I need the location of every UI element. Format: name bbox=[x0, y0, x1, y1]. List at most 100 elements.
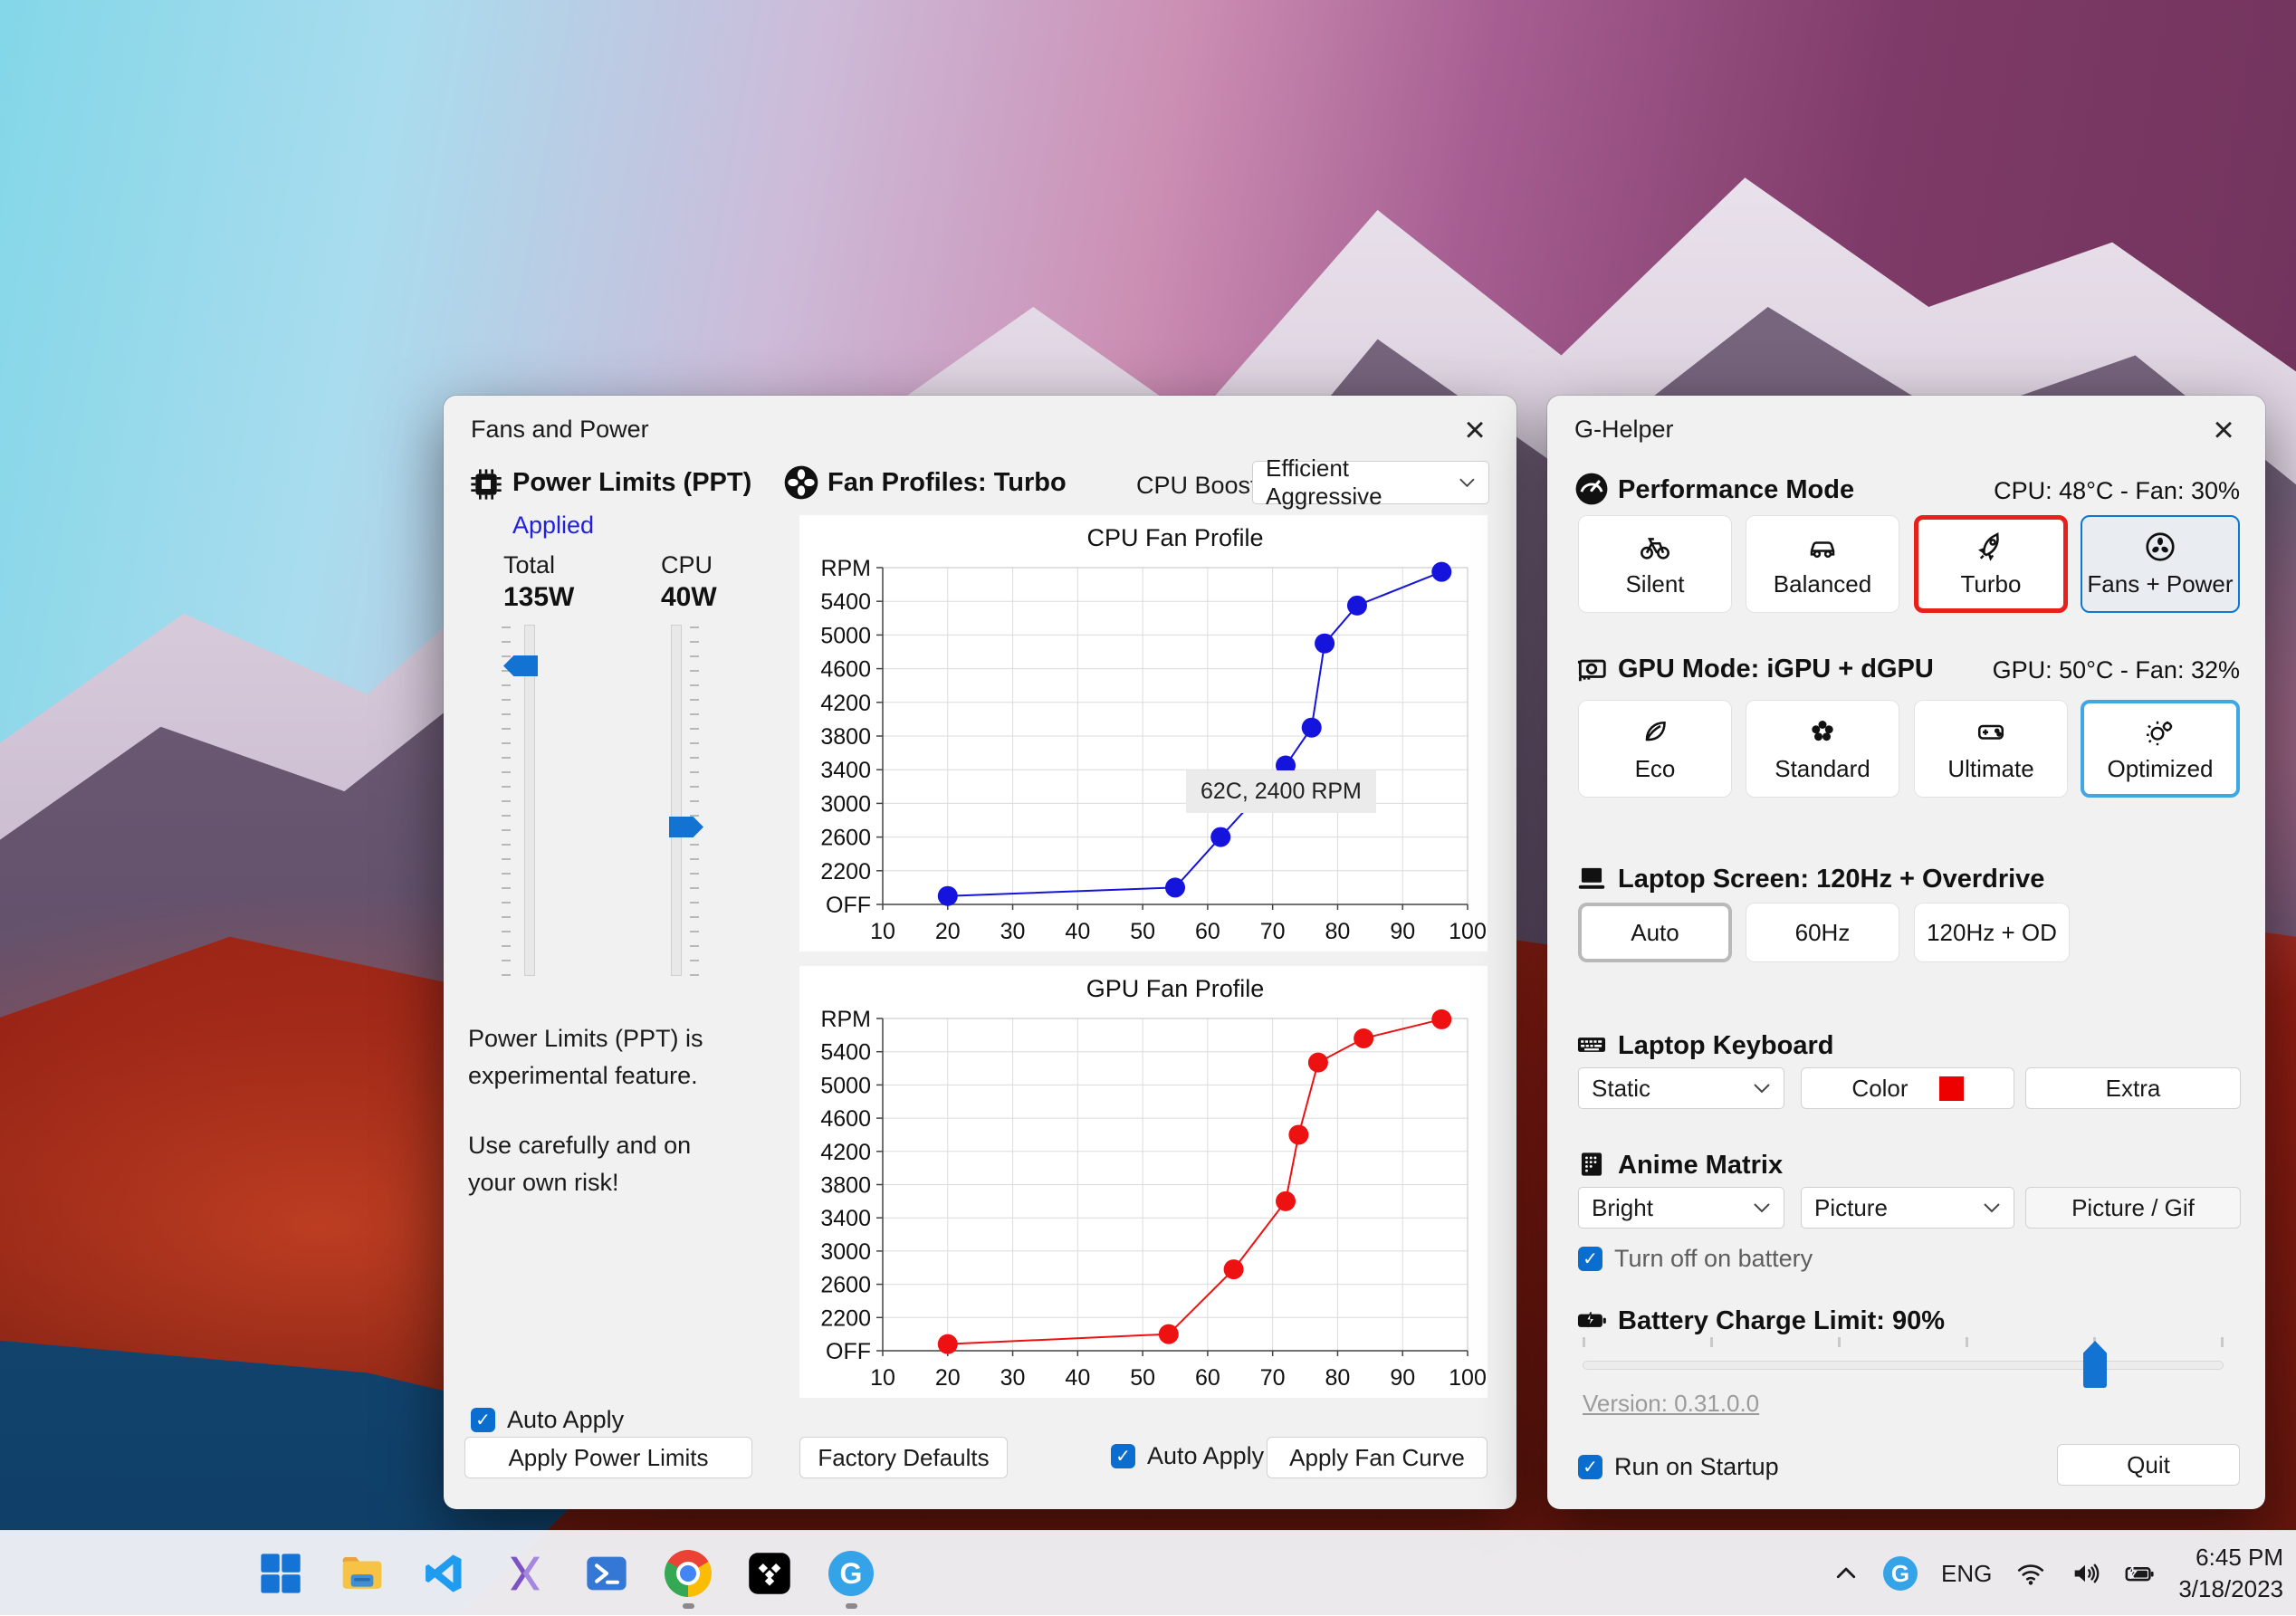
close-icon[interactable]: × bbox=[1453, 408, 1497, 452]
screen-120hz-od-button[interactable]: 120Hz + OD bbox=[1914, 903, 2070, 962]
slider-tick bbox=[2221, 1337, 2224, 1347]
matrix-brightness-select[interactable]: Bright bbox=[1578, 1187, 1784, 1229]
apply-fan-curve-button[interactable]: Apply Fan Curve bbox=[1267, 1437, 1488, 1478]
volume-icon[interactable] bbox=[2070, 1558, 2100, 1589]
svg-text:2200: 2200 bbox=[820, 859, 871, 884]
battery-slider-thumb[interactable] bbox=[2083, 1341, 2107, 1388]
matrix-brightness-value: Bright bbox=[1592, 1194, 1653, 1222]
powershell-button[interactable] bbox=[581, 1544, 632, 1602]
keyboard-mode-select[interactable]: Static bbox=[1578, 1067, 1784, 1109]
keyboard-color-button[interactable]: Color bbox=[1801, 1067, 2014, 1109]
svg-text:3800: 3800 bbox=[820, 1173, 871, 1199]
svg-text:3000: 3000 bbox=[820, 1239, 871, 1265]
screen-auto-button[interactable]: Auto bbox=[1578, 903, 1732, 962]
cpu-value: 40W bbox=[661, 582, 717, 613]
factory-defaults-button[interactable]: Factory Defaults bbox=[799, 1437, 1008, 1478]
language-indicator[interactable]: ENG bbox=[1941, 1560, 1992, 1588]
file-explorer-icon bbox=[338, 1549, 387, 1598]
matrix-mode-select[interactable]: Picture bbox=[1801, 1187, 2014, 1229]
performance-balanced-button[interactable]: Balanced bbox=[1746, 515, 1899, 613]
svg-text:90: 90 bbox=[1390, 919, 1415, 944]
svg-text:40: 40 bbox=[1065, 1365, 1090, 1391]
total-value: 135W bbox=[503, 582, 574, 613]
version-link[interactable]: Version: 0.31.0.0 bbox=[1583, 1390, 1759, 1418]
svg-text:70: 70 bbox=[1260, 919, 1286, 944]
file-explorer-button[interactable] bbox=[337, 1544, 387, 1602]
auto-apply-fan-checkbox[interactable]: ✓ Auto Apply bbox=[1111, 1442, 1264, 1470]
rocket-icon bbox=[1975, 531, 2007, 563]
ghelper-window: G-Helper × Performance Mode CPU: 48°C - … bbox=[1547, 396, 2265, 1509]
total-power-slider[interactable] bbox=[524, 625, 535, 976]
performance-turbo-button[interactable]: Turbo bbox=[1914, 515, 2068, 613]
vscode-button[interactable] bbox=[418, 1544, 469, 1602]
svg-text:70: 70 bbox=[1260, 1365, 1286, 1391]
auto-apply-power-label: Auto Apply bbox=[507, 1406, 624, 1434]
total-label: Total bbox=[503, 551, 555, 579]
battery-slider-track[interactable] bbox=[1583, 1361, 2224, 1370]
checkbox-check-icon: ✓ bbox=[1578, 1247, 1602, 1271]
svg-text:4200: 4200 bbox=[820, 1140, 871, 1165]
performance-silent-button[interactable]: Silent bbox=[1578, 515, 1732, 613]
taskbar-clock[interactable]: 6:45 PM 3/18/2023 bbox=[2178, 1542, 2283, 1605]
apply-power-limits-button[interactable]: Apply Power Limits bbox=[464, 1437, 752, 1478]
chevron-down-icon bbox=[1753, 1083, 1771, 1094]
gpu-ultimate-button[interactable]: Ultimate bbox=[1914, 700, 2068, 798]
keyboard-extra-button[interactable]: Extra bbox=[2025, 1067, 2241, 1109]
tray-chevron-up-icon[interactable] bbox=[1832, 1560, 1860, 1587]
run-on-startup-checkbox[interactable]: ✓ Run on Startup bbox=[1578, 1453, 1779, 1481]
quit-button[interactable]: Quit bbox=[2057, 1444, 2240, 1486]
ghelper-taskbar-button[interactable]: G bbox=[826, 1544, 876, 1602]
gpu-standard-button[interactable]: Standard bbox=[1746, 700, 1899, 798]
ghelper-tray-icon[interactable]: G bbox=[1883, 1556, 1918, 1591]
battery-charging-icon[interactable] bbox=[2124, 1558, 2155, 1589]
windows-start-icon bbox=[257, 1550, 304, 1597]
car-icon bbox=[1806, 531, 1839, 563]
keyboard-icon bbox=[1574, 1028, 1609, 1062]
chevron-down-icon bbox=[1753, 1202, 1771, 1213]
tidal-button[interactable] bbox=[744, 1544, 795, 1602]
matrix-picture-gif-button[interactable]: Picture / Gif bbox=[2025, 1187, 2241, 1229]
power-limits-note-2: Use carefully and on your own risk! bbox=[468, 1127, 740, 1200]
auto-apply-power-checkbox[interactable]: ✓ Auto Apply bbox=[471, 1406, 624, 1434]
purple-dev-app-icon bbox=[502, 1550, 549, 1597]
cpu-temp-status: CPU: 48°C - Fan: 30% bbox=[1994, 477, 2240, 505]
cpu-fan-curve-chart[interactable]: CPU Fan Profile102030405060708090100OFF2… bbox=[799, 515, 1488, 951]
close-icon[interactable]: × bbox=[2202, 408, 2245, 452]
power-limits-note-1: Power Limits (PPT) is experimental featu… bbox=[468, 1020, 740, 1094]
matrix-battery-checkbox[interactable]: ✓ Turn off on battery bbox=[1578, 1245, 1813, 1273]
slider-tick bbox=[1838, 1337, 1841, 1347]
cpu-power-slider[interactable] bbox=[671, 625, 682, 976]
svg-text:CPU Fan Profile: CPU Fan Profile bbox=[1086, 524, 1263, 551]
performance-fans-power-button[interactable]: Fans + Power bbox=[2081, 515, 2240, 613]
svg-text:100: 100 bbox=[1449, 919, 1487, 944]
anime-matrix-heading: Anime Matrix bbox=[1618, 1151, 1783, 1181]
gamepad-icon bbox=[1975, 715, 2007, 748]
svg-text:80: 80 bbox=[1325, 1365, 1351, 1391]
fans-and-power-window: Fans and Power × Power Limits (PPT) Appl… bbox=[444, 396, 1516, 1509]
checkbox-check-icon: ✓ bbox=[1578, 1455, 1602, 1479]
gpu-fan-curve-chart[interactable]: GPU Fan Profile102030405060708090100OFF2… bbox=[799, 966, 1488, 1398]
bicycle-icon bbox=[1639, 531, 1671, 563]
svg-text:90: 90 bbox=[1390, 1365, 1415, 1391]
screen-60hz-button[interactable]: 60Hz bbox=[1746, 903, 1899, 962]
performance-mode-heading: Performance Mode bbox=[1618, 475, 1854, 505]
purple-dev-app-button[interactable] bbox=[500, 1544, 550, 1602]
cpu-boost-select[interactable]: Efficient Aggressive bbox=[1252, 461, 1489, 504]
svg-text:10: 10 bbox=[870, 919, 895, 944]
svg-text:2600: 2600 bbox=[820, 1273, 871, 1298]
chrome-button[interactable] bbox=[663, 1544, 713, 1602]
svg-text:GPU Fan Profile: GPU Fan Profile bbox=[1086, 975, 1265, 1002]
start-button[interactable] bbox=[255, 1544, 306, 1602]
matrix-battery-label: Turn off on battery bbox=[1614, 1245, 1813, 1273]
gpu-eco-button[interactable]: Eco bbox=[1578, 700, 1732, 798]
gpu-temp-status: GPU: 50°C - Fan: 32% bbox=[1993, 656, 2240, 684]
gpu-optimized-button[interactable]: Optimized bbox=[2081, 700, 2240, 798]
svg-text:4200: 4200 bbox=[820, 691, 871, 716]
checkbox-check-icon: ✓ bbox=[1111, 1444, 1135, 1468]
color-swatch bbox=[1939, 1076, 1964, 1101]
wifi-icon[interactable] bbox=[2015, 1558, 2046, 1589]
running-indicator bbox=[683, 1603, 694, 1609]
powershell-icon bbox=[583, 1550, 630, 1597]
svg-text:2600: 2600 bbox=[820, 826, 871, 851]
gpu-card-icon bbox=[1574, 651, 1609, 685]
